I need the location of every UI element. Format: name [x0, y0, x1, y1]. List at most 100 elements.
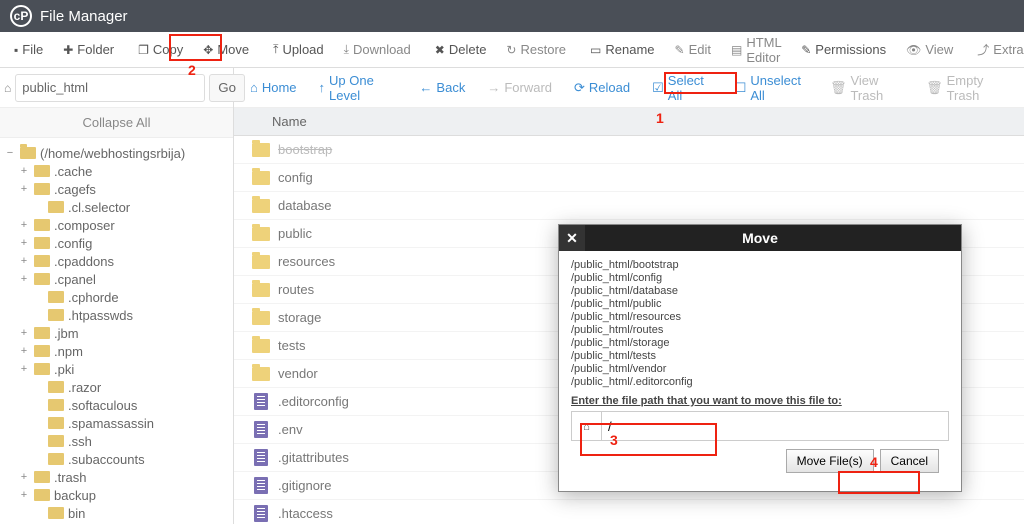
html-editor-button[interactable]: ▤HTML Editor [721, 32, 791, 68]
file-name: routes [278, 282, 314, 297]
tree-item[interactable]: +.composer [4, 216, 229, 234]
dialog-path-item: /public_html/.editorconfig [571, 376, 943, 389]
home-icon[interactable]: ⌂ [572, 412, 602, 440]
file-name: storage [278, 310, 321, 325]
folder-icon [48, 507, 64, 519]
folder-icon [252, 255, 270, 269]
tree-item[interactable]: .ssh [4, 432, 229, 450]
destination-row: ⌂ [571, 411, 949, 441]
select-all-button[interactable]: ☑Select All [642, 73, 723, 103]
new-folder-button[interactable]: ✚Folder [53, 32, 124, 68]
folder-icon [48, 399, 64, 411]
empty-trash-button[interactable]: 🗑Empty Trash [916, 73, 1018, 103]
checkbox-empty-icon: ☐ [735, 80, 747, 96]
tree-item[interactable]: +.cache [4, 162, 229, 180]
dialog-path-list[interactable]: /public_html/bootstrap/public_html/confi… [571, 259, 949, 389]
collapse-all-button[interactable]: Collapse All [0, 108, 233, 138]
tree-item-label: .spamassassin [68, 416, 154, 431]
table-header[interactable]: Name [234, 108, 1024, 136]
tree-item[interactable]: .htpasswds [4, 306, 229, 324]
folder-icon [252, 171, 270, 185]
annotation-label-4: 4 [870, 454, 878, 470]
copy-button[interactable]: ❐Copy [128, 32, 193, 68]
tree-item[interactable]: +.cagefs [4, 180, 229, 198]
extract-button[interactable]: ⤴Extract [967, 32, 1024, 68]
tree-item[interactable]: .subaccounts [4, 450, 229, 468]
destination-input[interactable] [602, 412, 948, 440]
tree-item-label: .npm [54, 344, 83, 359]
tree-root[interactable]: − (/home/webhostingsrbija) [4, 144, 229, 162]
dialog-path-item: /public_html/resources [571, 311, 943, 324]
document-icon [254, 505, 268, 522]
home-icon[interactable]: ⌂ [4, 81, 11, 95]
nav-back-button[interactable]: ←Back [409, 73, 475, 103]
tree-item[interactable]: +.config [4, 234, 229, 252]
folder-icon [48, 381, 64, 393]
tree-root-label: (/home/webhostingsrbija) [40, 146, 185, 161]
tree-item[interactable]: +.cpaddons [4, 252, 229, 270]
tree-item[interactable]: +backup [4, 486, 229, 504]
dialog-close-button[interactable]: ✕ [559, 225, 585, 251]
dialog-path-item: /public_html/tests [571, 350, 943, 363]
folder-icon [48, 435, 64, 447]
file-row[interactable]: config [234, 164, 1024, 192]
folder-icon [252, 311, 270, 325]
tree-item-label: .cl.selector [68, 200, 130, 215]
tree-item[interactable]: .cl.selector [4, 198, 229, 216]
dialog-path-item: /public_html/vendor [571, 363, 943, 376]
unselect-all-button[interactable]: ☐Unselect All [725, 73, 818, 103]
cancel-button[interactable]: Cancel [880, 449, 939, 473]
sidebar: ⌂ Go Collapse All − (/home/webhostingsrb… [0, 68, 234, 524]
file-row[interactable]: bootstrap [234, 136, 1024, 164]
document-icon [254, 449, 268, 466]
download-button[interactable]: ⤓Download [334, 32, 421, 68]
restore-button[interactable]: ↻Restore [496, 32, 576, 68]
file-menu[interactable]: ▪File [4, 32, 53, 68]
nav-up-button[interactable]: ↑Up One Level [309, 73, 408, 103]
tree-item-label: bin [68, 506, 85, 521]
tree-item[interactable]: +.pki [4, 360, 229, 378]
folder-icon [34, 327, 50, 339]
path-input[interactable] [15, 74, 205, 102]
folder-icon [48, 201, 64, 213]
column-name: Name [272, 114, 307, 129]
permissions-button[interactable]: ✎Permissions [791, 32, 896, 68]
file-name: .gitattributes [278, 450, 349, 465]
folder-icon [252, 143, 270, 157]
tree-item[interactable]: bin [4, 504, 229, 522]
tree-item[interactable]: .spamassassin [4, 414, 229, 432]
tree-item[interactable]: .razor [4, 378, 229, 396]
tree-item[interactable]: +.trash [4, 468, 229, 486]
tree-item[interactable]: .cphorde [4, 288, 229, 306]
folder-icon [48, 417, 64, 429]
tree-item[interactable]: +.cpanel [4, 270, 229, 288]
delete-button[interactable]: ✖Delete [425, 32, 497, 68]
document-icon [254, 393, 268, 410]
folder-icon [34, 237, 50, 249]
view-trash-button[interactable]: 🗑View Trash [820, 73, 914, 103]
tree-item[interactable]: +.npm [4, 342, 229, 360]
move-dialog: ✕ Move /public_html/bootstrap/public_htm… [558, 224, 962, 492]
reload-button[interactable]: ⟳Reload [564, 73, 640, 103]
dialog-title: Move [585, 230, 961, 246]
folder-icon [252, 283, 270, 297]
dialog-path-item: /public_html/config [571, 272, 943, 285]
edit-button[interactable]: ✎Edit [665, 32, 721, 68]
nav-forward-button[interactable]: →Forward [477, 73, 562, 103]
view-button[interactable]: 👁View [896, 32, 963, 68]
file-row[interactable]: database [234, 192, 1024, 220]
tree-item[interactable]: +.jbm [4, 324, 229, 342]
arrow-up-icon: ↑ [319, 80, 326, 95]
rename-button[interactable]: ▭Rename [580, 32, 664, 68]
folder-icon [252, 367, 270, 381]
nav-home-button[interactable]: ⌂Home [240, 73, 307, 103]
file-name: database [278, 198, 332, 213]
folder-tree[interactable]: − (/home/webhostingsrbija) +.cache+.cage… [0, 138, 233, 524]
upload-button[interactable]: ⤒Upload [263, 32, 334, 68]
file-row[interactable]: .htaccess [234, 500, 1024, 524]
move-button[interactable]: ✥Move [193, 32, 259, 68]
tree-item-label: .pki [54, 362, 74, 377]
dialog-header[interactable]: ✕ Move [559, 225, 961, 251]
move-files-button[interactable]: Move File(s) [786, 449, 874, 473]
tree-item[interactable]: .softaculous [4, 396, 229, 414]
